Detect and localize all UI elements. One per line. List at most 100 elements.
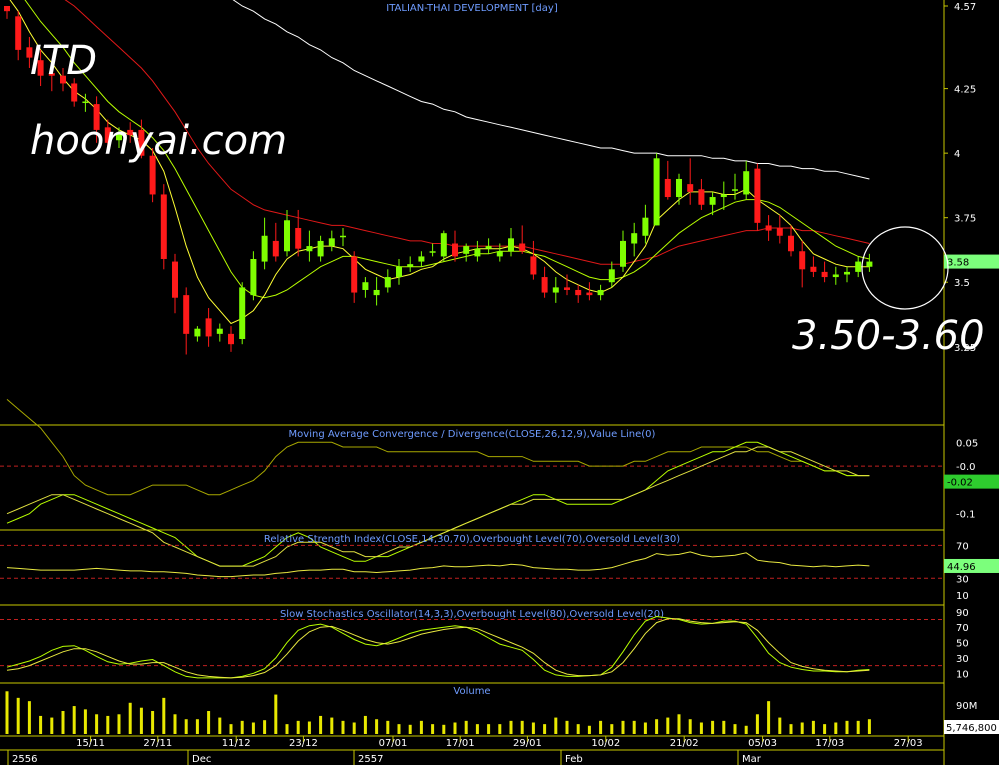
rsi-value-tag: 44.96 <box>947 562 976 573</box>
candle-body <box>228 333 234 345</box>
candle-body <box>183 295 190 334</box>
x-tick-label: 21/02 <box>670 738 699 749</box>
candle-body <box>306 246 313 252</box>
price-tick-label: 4 <box>954 149 960 160</box>
candle-body <box>676 178 682 198</box>
volume-bar <box>487 724 491 734</box>
candle-body <box>418 256 425 262</box>
volume-bar <box>296 720 300 734</box>
candle-body <box>754 168 761 223</box>
x-tick-label: 10/02 <box>591 738 620 749</box>
period-label: Dec <box>192 754 211 765</box>
volume-bar <box>823 724 827 734</box>
volume-bar <box>453 722 457 734</box>
volume-bar <box>565 720 569 734</box>
candle-body <box>832 274 839 278</box>
volume-bar <box>733 724 737 734</box>
rsi-panel: Relative Strength Index(CLOSE,14,30,70),… <box>0 534 999 602</box>
candle-body <box>261 235 268 262</box>
candle-body <box>272 240 279 257</box>
volume-bar <box>498 724 502 734</box>
volume-bar <box>352 722 356 734</box>
candle-body <box>810 266 817 272</box>
price-tick-label: 4.25 <box>954 85 976 96</box>
volume-bar <box>162 697 166 734</box>
volume-bar <box>61 711 65 734</box>
stock-chart: ITALIAN-THAI DEVELOPMENT [day] 4.57 4.25 4 3… <box>0 0 999 765</box>
stochastic-tick-label: 10 <box>956 669 969 680</box>
volume-bar <box>475 724 479 734</box>
volume-bar <box>834 722 838 734</box>
rsi-tick-label: 30 <box>956 574 969 585</box>
candle-body <box>597 289 604 296</box>
volume-title: Volume <box>453 686 490 697</box>
volume-bar <box>50 717 54 734</box>
volume-bar <box>811 720 815 734</box>
volume-bar <box>274 694 278 734</box>
volume-bar <box>431 724 435 734</box>
volume-bar <box>543 724 547 734</box>
candle-body <box>519 243 526 252</box>
stochastic-tick-label: 90 <box>956 608 969 619</box>
candle-body <box>250 258 257 296</box>
stochastic-title: Slow Stochastics Oscillator(14,3,3),Over… <box>280 609 664 620</box>
macd-signal-line <box>6 446 870 567</box>
candle-body <box>205 318 212 337</box>
price-tick-label: 3.5 <box>954 278 970 289</box>
date-axis: 15/11 27/11 11/12 23/12 07/01 17/01 29/01 10/02… <box>0 736 944 765</box>
volume-tick-label: 90M <box>956 701 977 712</box>
rsi-tick-label: 10 <box>956 591 969 602</box>
volume-bar <box>95 714 99 734</box>
volume-bar <box>195 719 199 734</box>
x-tick-label: 05/03 <box>748 738 777 749</box>
candle-body <box>608 269 615 283</box>
x-tick-label: 29/01 <box>513 738 542 749</box>
macd-value-tag: -0.02 <box>947 478 973 489</box>
candle-body <box>474 248 481 257</box>
candle-body <box>429 251 436 253</box>
candle-body <box>664 178 671 198</box>
volume-bar <box>39 715 43 734</box>
period-label: Feb <box>565 754 583 765</box>
stochastic-tick-label: 30 <box>956 654 969 665</box>
candle-body <box>440 233 447 257</box>
volume-bar <box>139 707 143 734</box>
range-annotation: 3.50-3.60 <box>792 313 985 359</box>
volume-bar <box>655 719 659 734</box>
x-tick-label: 07/01 <box>379 738 408 749</box>
candle-body <box>82 101 89 104</box>
candle-body <box>720 194 727 198</box>
x-tick-label: 27/03 <box>894 738 923 749</box>
last-price-tag: 3.58 <box>947 258 969 269</box>
volume-bar <box>867 719 871 734</box>
volume-bar <box>677 714 681 734</box>
period-label: 2557 <box>358 754 383 765</box>
x-tick-label: 17/03 <box>815 738 844 749</box>
candle-body <box>340 235 346 238</box>
candle-body <box>328 238 335 247</box>
volume-bar <box>531 722 535 734</box>
candle-body <box>743 171 750 195</box>
stochastic-tick-label: 70 <box>956 623 969 634</box>
x-tick-label: 17/01 <box>446 738 475 749</box>
candle-body <box>216 328 223 334</box>
candle-body <box>642 217 649 236</box>
volume-bar <box>263 720 267 734</box>
volume-bar <box>688 719 692 734</box>
candle-body <box>295 228 302 249</box>
macd-tick-label: 0.05 <box>956 438 978 449</box>
candle-body <box>496 251 503 257</box>
candle-body <box>552 287 559 293</box>
volume-bar <box>251 722 255 734</box>
candle-body <box>317 240 324 257</box>
volume-bar <box>744 725 748 734</box>
volume-bar <box>319 715 323 734</box>
volume-bar <box>722 720 726 734</box>
candle-body <box>698 189 705 205</box>
volume-bar <box>375 719 379 734</box>
candle-body <box>541 277 548 293</box>
candle-body <box>485 246 492 249</box>
x-tick-label: 27/11 <box>143 738 172 749</box>
volume-bar <box>621 720 625 734</box>
volume-bar <box>363 715 367 734</box>
